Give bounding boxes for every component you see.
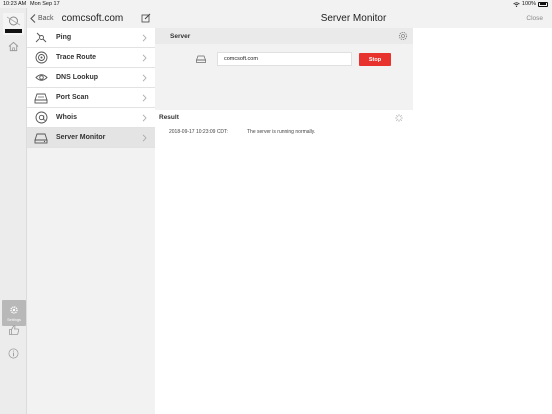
info-icon[interactable] [8,348,19,359]
log-message: The server is running normally. [247,129,316,135]
nav-title: comcsoft.com [61,12,124,24]
status-time: 10:23 AM [3,1,27,7]
ping-icon [34,31,48,45]
back-button[interactable]: Back [30,13,54,23]
log-entry: 2018-09-17 10:23:09 CDT: The server is r… [169,129,315,135]
server-monitor-icon [34,131,48,145]
status-date: Mon Sep 17 [30,1,60,7]
battery-icon [538,1,548,7]
battery-percent: 100% [521,1,536,7]
thumbs-up-icon[interactable] [8,324,20,336]
chevron-right-icon [142,114,147,122]
tool-item-label: Server Monitor [56,134,106,141]
page-title: Server Monitor [320,13,387,24]
nav-header: Back comcsoft.com [27,8,155,28]
tool-item-dns-lookup[interactable]: DNS Lookup [27,68,155,88]
edit-icon[interactable] [141,13,151,23]
close-button[interactable]: Close [526,15,543,22]
loading-spinner-icon [395,114,403,122]
list-background [27,149,155,414]
home-icon[interactable] [8,41,19,52]
dns-lookup-icon [34,71,48,85]
tool-item-ping[interactable]: Ping [27,28,155,48]
chevron-right-icon [142,134,147,142]
status-right: 100% [513,1,548,7]
server-icon [196,55,206,63]
chevron-right-icon [142,34,147,42]
whois-icon [34,111,48,125]
chevron-left-icon [30,13,36,23]
result-section-title: Result [159,114,179,121]
settings-button[interactable]: Settings [2,300,26,326]
port-scan-icon [34,91,48,105]
tool-item-port-scan[interactable]: Port Scan [27,88,155,108]
chevron-right-icon [142,94,147,102]
settings-label: Settings [7,318,21,322]
tool-list: Ping Trace Route DNS Lookup Port Scan Wh… [27,28,155,148]
chevron-right-icon [142,74,147,82]
back-label: Back [38,14,54,22]
trace-route-icon [34,51,48,65]
gear-icon [10,306,18,314]
tool-item-trace-route[interactable]: Trace Route [27,48,155,68]
wifi-icon [513,1,520,7]
stop-button[interactable]: Stop [359,53,391,66]
chevron-right-icon [142,54,147,62]
result-section-header: Result [155,110,413,126]
server-section-title: Server [170,33,191,40]
tool-item-label: DNS Lookup [56,74,98,81]
tool-item-label: Port Scan [56,94,89,101]
tool-item-server-monitor[interactable]: Server Monitor [27,128,155,148]
empty-panel [413,28,552,414]
host-input[interactable]: comcsoft.com [217,52,352,66]
log-timestamp: 2018-09-17 10:23:09 CDT: [169,129,228,135]
server-section: Server comcsoft.com Stop [155,28,413,110]
tool-item-whois[interactable]: Whois [27,108,155,128]
result-section: Result 2018-09-17 10:23:09 CDT: The serv… [155,110,413,414]
main-header: Server Monitor Close [155,8,552,28]
left-rail: Settings [0,8,27,414]
tool-item-label: Whois [56,114,77,121]
server-section-header: Server [155,28,413,44]
tool-item-label: Ping [56,34,72,41]
tool-item-label: Trace Route [56,54,97,61]
status-bar: 10:23 AM Mon Sep 17 100% [0,0,552,8]
gear-icon[interactable] [398,31,408,41]
app-logo-icon[interactable] [3,13,24,35]
